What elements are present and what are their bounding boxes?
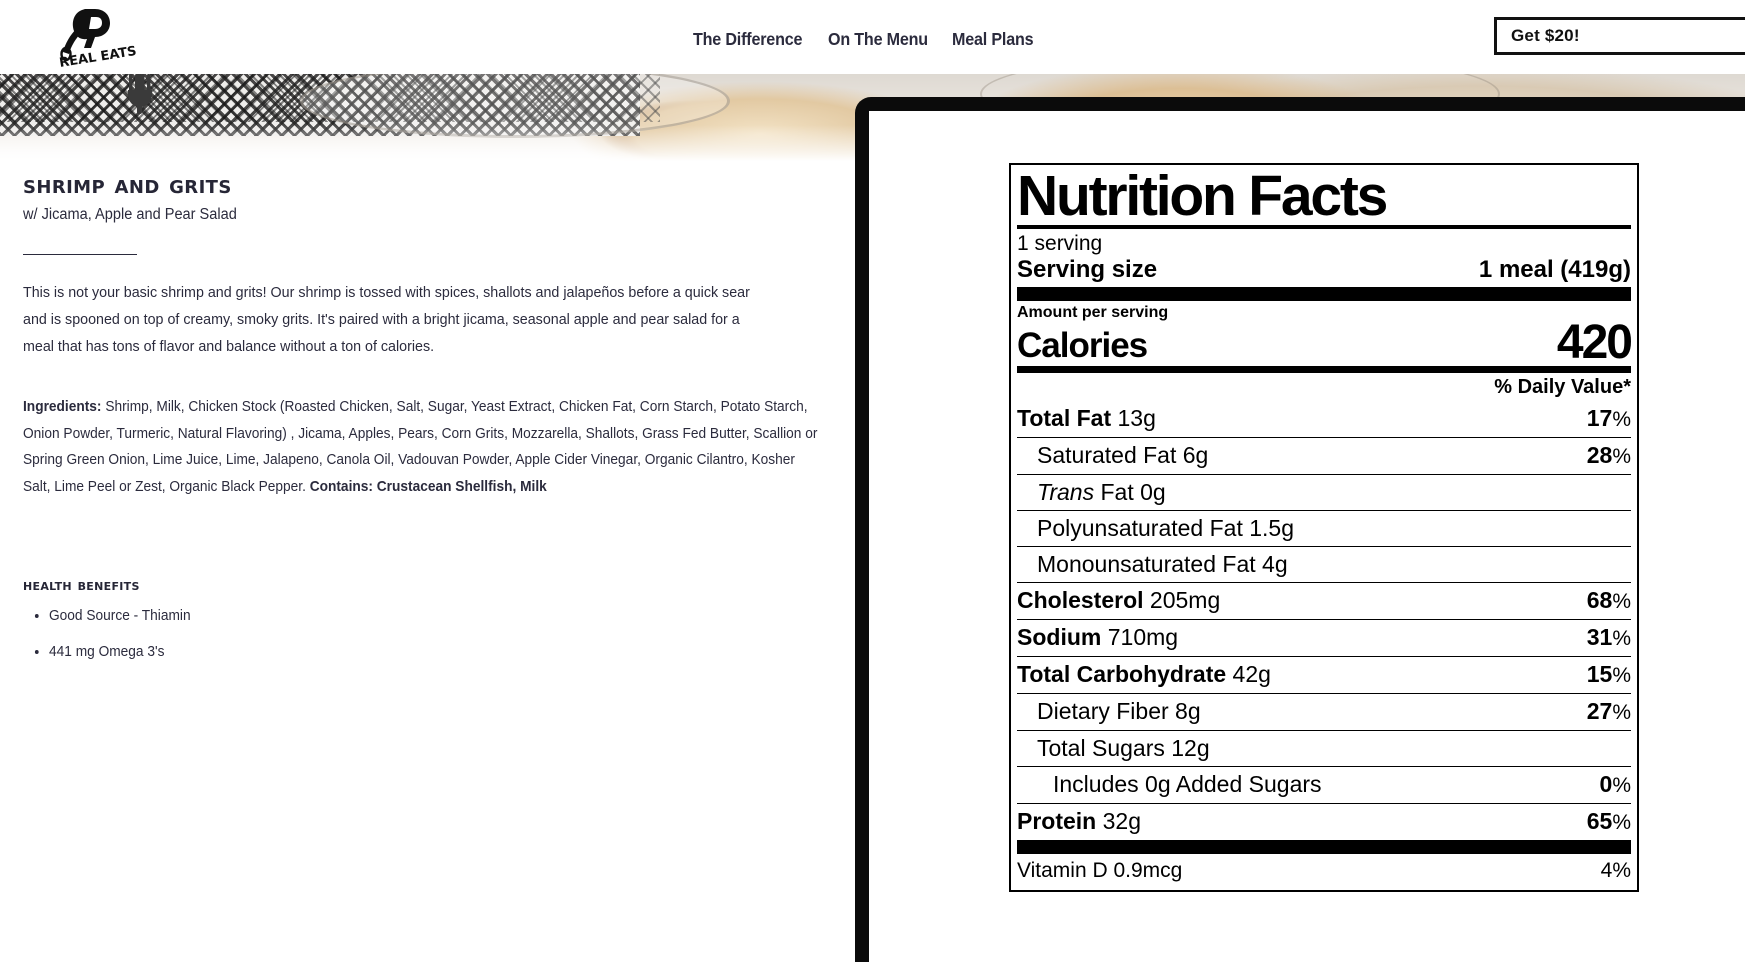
nav-item-on-the-menu[interactable]: On The Menu	[828, 29, 928, 50]
nutrient-name: Saturated Fat 6g	[1037, 442, 1209, 469]
nutrient-daily-value: 28%	[1586, 442, 1631, 469]
nutrient-row: Total Carbohydrate 42g 15%	[1017, 656, 1631, 693]
nutrient-row: Sodium 710mg 31%	[1017, 619, 1631, 656]
nutrient-name: Dietary Fiber 8g	[1037, 698, 1201, 725]
dish-subtitle: w/ Jicama, Apple and Pear Salad	[23, 206, 237, 223]
ingredients-label: Ingredients:	[23, 399, 102, 415]
fork-icon	[128, 74, 152, 114]
logo-real-eats[interactable]: REAL EATS	[52, 4, 136, 70]
nutrient-name: Monounsaturated Fat 4g	[1037, 551, 1288, 578]
nutrient-row: Monounsaturated Fat 4g	[1017, 546, 1631, 582]
vitamin-rows: Vitamin D 0.9mcg 4%	[1017, 854, 1631, 886]
nutrient-row: Cholesterol 205mg 68%	[1017, 582, 1631, 619]
serving-size-row: Serving size 1 meal (419g)	[1017, 256, 1631, 287]
nutrient-name: Polyunsaturated Fat 1.5g	[1037, 515, 1294, 542]
nutrient-daily-value: 27%	[1586, 698, 1631, 725]
nutrient-row: Trans Fat 0g	[1017, 474, 1631, 510]
dish-content: Shrimp and Grits w/ Jicama, Apple and Pe…	[23, 170, 823, 680]
nutrition-facts-title: Nutrition Facts	[1017, 164, 1388, 228]
nutrient-name: Total Sugars 12g	[1037, 735, 1210, 762]
vitamin-row: Vitamin D 0.9mcg 4%	[1017, 854, 1631, 886]
nutrient-name: Includes 0g Added Sugars	[1053, 771, 1322, 798]
nutrient-name: Cholesterol 205mg	[1017, 587, 1221, 614]
serving-size-label: Serving size	[1017, 256, 1158, 284]
nutrient-name: Total Fat 13g	[1017, 405, 1156, 432]
nav-item-the-difference[interactable]: The Difference	[693, 29, 802, 50]
health-benefits-title: Health Benefits	[23, 576, 140, 594]
ingredients-paragraph: Ingredients: Shrimp, Milk, Chicken Stock…	[23, 394, 822, 500]
page-title: Shrimp and Grits	[23, 170, 232, 200]
vitamin-daily-value: 4%	[1600, 859, 1631, 883]
nutrient-daily-value: 0%	[1599, 771, 1631, 798]
contains-allergens: Contains: Crustacean Shellfish, Milk	[309, 478, 547, 495]
nutrient-row: Dietary Fiber 8g 27%	[1017, 693, 1631, 730]
nutrient-rows: Total Fat 13g 17% Saturated Fat 6g 28% Trans…	[1017, 401, 1631, 840]
nutrient-daily-value: 15%	[1586, 661, 1631, 688]
title-divider	[23, 254, 137, 255]
servings-per-container: 1 serving	[1017, 232, 1103, 256]
rule-after-protein	[1017, 840, 1631, 855]
skillet-r-logo-icon: REAL EATS	[58, 9, 136, 70]
health-benefits-list: Good Source - Thiamin 441 mg Omega 3's	[23, 608, 823, 660]
nutrient-row: Total Fat 13g 17%	[1017, 401, 1631, 437]
nutrient-daily-value: 17%	[1586, 405, 1631, 432]
get-20-button[interactable]: Get $20!	[1494, 17, 1745, 55]
nutrient-name: Protein 32g	[1017, 808, 1141, 835]
dish-description: This is not your basic shrimp and grits!…	[23, 284, 750, 355]
nutrient-name: Sodium 710mg	[1017, 624, 1179, 651]
rule-after-calories	[1017, 366, 1631, 374]
nutrient-daily-value: 31%	[1586, 624, 1631, 651]
nutrient-row: Polyunsaturated Fat 1.5g	[1017, 510, 1631, 546]
calories-value: 420	[1556, 316, 1633, 370]
list-item: Good Source - Thiamin	[49, 608, 777, 624]
nutrition-facts-label: Nutrition Facts 1 serving Serving size 1…	[1009, 163, 1639, 893]
nutrient-daily-value: 68%	[1586, 587, 1631, 614]
nutrient-row: Includes 0g Added Sugars 0%	[1017, 766, 1631, 803]
serving-size-value: 1 meal (419g)	[1478, 256, 1631, 284]
main-navigation: The Difference On The Menu Meal Plans	[693, 29, 1041, 50]
nutrient-daily-value: 65%	[1586, 808, 1631, 835]
nutrient-row: Protein 32g 65%	[1017, 803, 1631, 840]
amount-per-serving-label: Amount per serving	[1017, 304, 1169, 322]
vitamin-name: Vitamin D 0.9mcg	[1017, 859, 1183, 883]
calories-row: Calories 420	[1017, 316, 1633, 370]
list-item: 441 mg Omega 3's	[49, 644, 777, 660]
nutrition-panel-screen: Nutrition Facts 1 serving Serving size 1…	[869, 111, 1745, 962]
nutrition-panel-frame: Nutrition Facts 1 serving Serving size 1…	[855, 97, 1745, 962]
nutrient-name: Total Carbohydrate 42g	[1017, 661, 1271, 688]
daily-value-header: % Daily Value*	[1494, 376, 1631, 399]
rule-thick-after-serving	[1017, 287, 1631, 302]
nutrient-name: Trans Fat 0g	[1037, 479, 1166, 506]
nutrient-row: Total Sugars 12g	[1017, 730, 1631, 766]
calories-label: Calories	[1017, 326, 1148, 366]
site-header: REAL EATS The Difference On The Menu Mea…	[0, 0, 1745, 74]
nav-item-meal-plans[interactable]: Meal Plans	[952, 29, 1034, 50]
nutrient-row: Saturated Fat 6g 28%	[1017, 437, 1631, 474]
